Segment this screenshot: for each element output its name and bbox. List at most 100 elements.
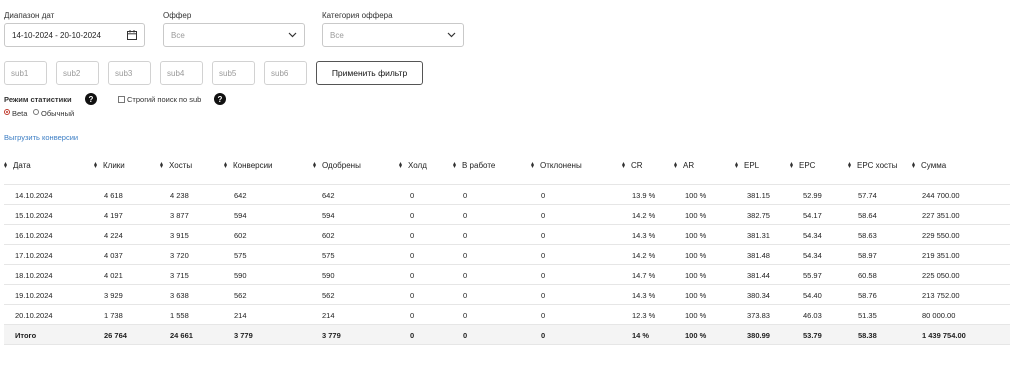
stats-mode-help-icon[interactable]: ? (85, 93, 97, 105)
mode-normal-radio[interactable] (33, 109, 39, 115)
table-cell: 17.10.2024 (15, 251, 53, 260)
table-cell: 14.2 % (632, 251, 656, 260)
table-row: 17.10.2024 4 037 3 720 575 575 0 0 0 14.2 % 100 %… (4, 245, 1010, 265)
column-header[interactable]: ▴ ▾ EPC (790, 160, 815, 171)
table-cell: 575 (234, 251, 247, 260)
column-header-label: Сумма (921, 161, 947, 170)
column-header-label: Клики (103, 161, 125, 170)
table-cell: 55.97 (803, 271, 822, 280)
column-header[interactable]: ▴ ▾ В работе (453, 161, 495, 171)
table-cell: 0 (541, 331, 546, 340)
offer-select[interactable]: Все (163, 23, 305, 47)
offer-select-value: Все (171, 30, 185, 40)
table-cell: 0 (410, 271, 415, 280)
table-cell: 0 (463, 191, 468, 200)
column-header[interactable]: ▴ ▾ Клики (94, 161, 125, 171)
column-header[interactable]: ▴ ▾ EPC хосты (848, 161, 897, 171)
apply-filter-button[interactable]: Применить фильтр (316, 61, 423, 85)
sub2-input[interactable]: sub2 (56, 61, 99, 85)
sort-icon: ▴ ▾ (160, 160, 164, 170)
table-cell: 46.03 (803, 311, 822, 320)
table-cell: 13.9 % (632, 191, 656, 200)
table-cell: 14 % (632, 331, 650, 340)
table-cell: 4 197 (104, 211, 123, 220)
table-cell: 0 (463, 311, 468, 320)
table-cell: 58.97 (858, 251, 877, 260)
column-header[interactable]: ▴ ▾ Сумма (912, 160, 947, 171)
table-cell: 590 (234, 271, 247, 280)
strict-search-help-icon[interactable]: ? (214, 93, 226, 105)
column-header[interactable]: ▴ ▾ AR (674, 160, 694, 171)
sort-icon: ▴ ▾ (790, 160, 794, 170)
table-cell: 594 (234, 211, 247, 220)
table-cell: 373.83 (747, 311, 770, 320)
column-header[interactable]: ▴ ▾ Отклонены (531, 160, 582, 171)
table-cell: Итого (15, 331, 37, 340)
table-cell: 380.34 (747, 291, 770, 300)
table-cell: 51.35 (858, 311, 877, 320)
table-cell: 3 720 (170, 251, 189, 260)
sort-icon: ▴ ▾ (531, 160, 535, 170)
table-cell: 0 (541, 251, 546, 260)
table-cell: 100 % (685, 331, 707, 340)
table-cell: 60.58 (858, 271, 877, 280)
table-cell: 14.7 % (632, 271, 656, 280)
chevron-down-icon (288, 32, 297, 38)
column-header[interactable]: ▴ ▾ Дата (4, 161, 31, 171)
column-header[interactable]: ▴ ▾ EPL (735, 161, 759, 171)
table-cell: 3 779 (234, 331, 253, 340)
table-cell: 1 738 (104, 311, 123, 320)
sub5-input[interactable]: sub5 (212, 61, 255, 85)
column-header[interactable]: ▴ ▾ Холд (399, 161, 427, 171)
table-cell: 3 929 (104, 291, 123, 300)
table-cell: 642 (322, 191, 335, 200)
table-cell: 0 (410, 251, 415, 260)
sub4-input[interactable]: sub4 (160, 61, 203, 85)
table-cell: 0 (541, 291, 546, 300)
table-cell: 24 661 (170, 331, 193, 340)
mode-beta-radio[interactable] (4, 109, 10, 115)
table-cell: 3 715 (170, 271, 189, 280)
calendar-icon (127, 30, 137, 40)
table-cell: 381.15 (747, 191, 770, 200)
table-cell: 0 (410, 231, 415, 240)
table-cell: 602 (322, 231, 335, 240)
table-cell: 16.10.2024 (15, 231, 53, 240)
sort-icon: ▴ ▾ (912, 160, 916, 170)
sub3-input[interactable]: sub3 (108, 61, 151, 85)
table-cell: 100 % (685, 231, 707, 240)
table-cell: 0 (463, 271, 468, 280)
sub6-input[interactable]: sub6 (264, 61, 307, 85)
table-cell: 20.10.2024 (15, 311, 53, 320)
table-total-row: Итого 26 764 24 661 3 779 3 779 0 0 0 14 % 100 % 3… (4, 325, 1010, 345)
export-conversions-link[interactable]: Выгрузить конверсии (4, 133, 78, 142)
sub1-input[interactable]: sub1 (4, 61, 47, 85)
table-cell: 58.63 (858, 231, 877, 240)
table-cell: 0 (410, 331, 415, 340)
column-header[interactable]: ▴ ▾ Конверсии (224, 161, 273, 171)
offer-category-label: Категория оффера (322, 11, 393, 20)
column-header[interactable]: ▴ ▾ Хосты (160, 160, 192, 171)
table-cell: 80 000.00 (922, 311, 956, 320)
table-cell: 4 037 (104, 251, 123, 260)
table-cell: 594 (322, 211, 335, 220)
table-cell: 4 224 (104, 231, 123, 240)
table-cell: 4 238 (170, 191, 189, 200)
column-header[interactable]: ▴ ▾ CR (622, 161, 643, 171)
sort-icon: ▴ ▾ (674, 160, 678, 170)
table-cell: 100 % (685, 211, 707, 220)
column-header[interactable]: ▴ ▾ Одобрены (313, 161, 361, 171)
table-cell: 4 021 (104, 271, 123, 280)
offer-label: Оффер (163, 11, 192, 20)
offer-category-select[interactable]: Все (322, 23, 464, 47)
stats-mode-label: Режим статистики (4, 95, 72, 104)
date-range-input[interactable]: 14-10-2024 - 20-10-2024 (4, 23, 145, 47)
table-cell: 53.79 (803, 331, 822, 340)
table-row: 20.10.2024 1 738 1 558 214 214 0 0 0 12.3 % 100 %… (4, 305, 1010, 325)
strict-sub-search-checkbox[interactable] (118, 96, 125, 103)
offer-category-value: Все (330, 30, 344, 40)
table-cell: 382.75 (747, 211, 770, 220)
column-header-label: Дата (13, 161, 31, 170)
table-cell: 54.17 (803, 211, 822, 220)
table-cell: 0 (463, 251, 468, 260)
